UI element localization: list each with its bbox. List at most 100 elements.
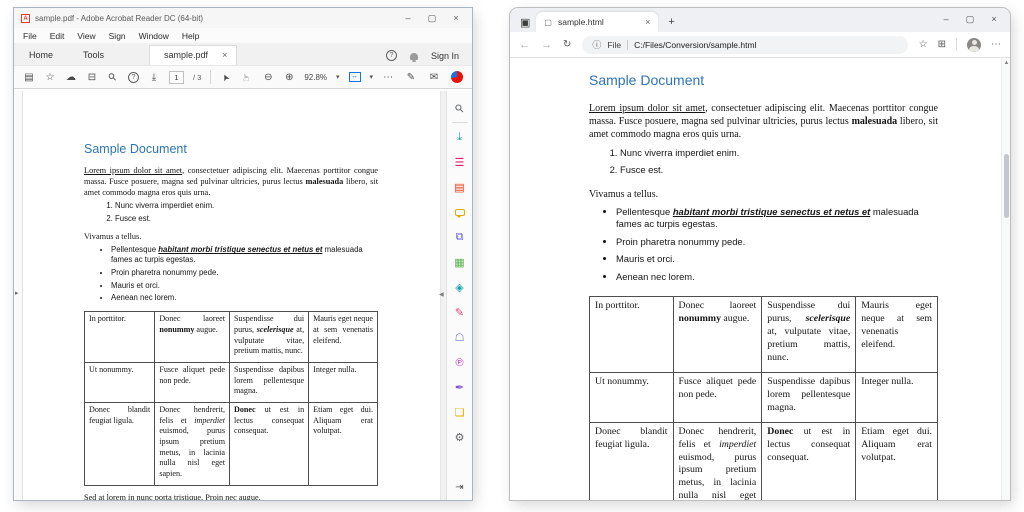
menu-help[interactable]: Help <box>182 31 199 41</box>
table-cell: Mauris eget neque at sem venenatis eleif… <box>309 312 378 363</box>
forward-icon[interactable]: → <box>541 39 552 51</box>
maximize-button[interactable]: ▢ <box>958 11 982 27</box>
help-icon[interactable]: ? <box>386 50 397 61</box>
paragraph-lorem: Lorem ipsum dolor sit amet, consectetuer… <box>589 102 938 142</box>
page-icon: ▢ <box>544 18 552 27</box>
tab-actions-icon[interactable]: ▣ <box>520 16 530 29</box>
download-icon[interactable]: ⤓ <box>148 72 160 83</box>
more-options-icon[interactable]: ⋯ <box>382 72 394 83</box>
adobe-cloud-icon[interactable] <box>451 71 463 83</box>
site-info-icon[interactable]: ⓘ <box>592 38 601 51</box>
list-item: Pellentesque habitant morbi tristique se… <box>111 245 378 265</box>
refresh-icon[interactable]: ↻ <box>563 39 571 50</box>
zoom-out-icon[interactable]: ⊖ <box>262 72 274 83</box>
table-cell: Ut nonummy. <box>590 372 674 422</box>
send-for-review-icon[interactable]: ❏ <box>447 400 472 425</box>
menu-file[interactable]: File <box>23 31 37 41</box>
paragraph-lorem: Lorem ipsum dolor sit amet, consectetuer… <box>84 166 378 198</box>
table-row: In porttitor. Donec laoreet nonummy augu… <box>85 312 378 363</box>
search-tools-icon[interactable]: ⚲ <box>442 91 477 126</box>
lorem-link[interactable]: Lorem ipsum dolor sit amet <box>589 103 705 114</box>
prepare-form-icon[interactable]: ℗ <box>447 350 472 375</box>
table-cell: Donec hendrerit, felis et imperdiet euis… <box>673 422 762 500</box>
table-row: Donec blandit feugiat ligula. Donec hend… <box>85 402 378 485</box>
expand-tools-panel-icon[interactable]: ⇥ <box>455 482 463 493</box>
close-button[interactable]: × <box>982 11 1006 27</box>
protect-icon[interactable]: ☖ <box>447 325 472 350</box>
create-pdf-icon[interactable]: ▤ <box>447 175 472 200</box>
fill-sign-icon[interactable]: ✎ <box>447 300 472 325</box>
tool-help-icon[interactable]: ? <box>128 72 139 83</box>
share-cloud-icon[interactable]: ☁ <box>65 72 77 83</box>
list-item: Mauris et orci. <box>111 281 378 291</box>
close-tab-icon[interactable]: × <box>222 50 227 60</box>
address-bar[interactable]: ⓘ File C:/Files/Conversion/sample.html <box>582 36 907 54</box>
close-tab-icon[interactable]: × <box>645 17 650 27</box>
tab-tools[interactable]: Tools <box>68 46 119 65</box>
more-tools-icon[interactable]: ⚙ <box>447 425 472 450</box>
combine-files-icon[interactable]: ⧉ <box>447 225 472 250</box>
favorites-icon[interactable]: ☆ <box>919 39 928 50</box>
scroll-up-icon[interactable]: ▲ <box>1004 60 1010 66</box>
table-cell: Fusce aliquet pede non pede. <box>673 372 762 422</box>
zoom-in-icon[interactable]: ⊕ <box>283 72 295 83</box>
collections-icon[interactable]: ⊞ <box>938 39 946 50</box>
sign-pen-icon[interactable]: ✎ <box>405 72 417 83</box>
compress-pdf-icon[interactable]: ◈ <box>447 275 472 300</box>
edit-pdf-icon[interactable]: ☰ <box>447 150 472 175</box>
print-icon[interactable]: ⊟ <box>86 72 98 83</box>
menu-window[interactable]: Window <box>139 31 169 41</box>
table-cell: Etiam eget dui. Aliquam erat volutpat. <box>856 422 938 500</box>
sign-in-button[interactable]: Sign In <box>431 51 459 61</box>
hand-tool-icon[interactable]: ☞ <box>242 71 253 83</box>
menu-sign[interactable]: Sign <box>109 31 126 41</box>
export-pdf-icon[interactable]: ⤓ <box>447 125 472 150</box>
page-title: Sample Document <box>589 71 938 90</box>
list-item: Proin pharetra nonummy pede. <box>616 236 938 249</box>
expand-nav-pane-handle[interactable]: ▸ <box>15 289 19 297</box>
profile-avatar[interactable] <box>967 38 981 52</box>
table-cell: Donec ut est in lectus consequat consequ… <box>762 422 856 500</box>
new-tab-button[interactable]: + <box>668 16 674 28</box>
organize-pages-icon[interactable]: ▦ <box>447 250 472 275</box>
zoom-level-select[interactable]: 92.8% <box>304 73 327 82</box>
fit-caret-icon[interactable]: ▾ <box>370 73 374 81</box>
tab-document[interactable]: sample.pdf × <box>149 45 237 65</box>
maximize-button[interactable]: ▢ <box>420 9 444 27</box>
save-file-icon[interactable]: ▤ <box>23 72 35 83</box>
back-icon[interactable]: ← <box>519 39 530 51</box>
minimize-button[interactable]: – <box>934 11 958 27</box>
table-cell: Suspendisse dui purus, scelerisque at, v… <box>762 297 856 373</box>
menu-edit[interactable]: Edit <box>50 31 65 41</box>
acrobat-menubar: File Edit View Sign Window Help <box>14 28 472 43</box>
collapse-tools-handle[interactable]: ◀ <box>439 291 444 298</box>
close-button[interactable]: × <box>444 9 468 27</box>
habitant-link[interactable]: habitant morbi tristique senectus et net… <box>673 206 870 217</box>
table-cell: Donec hendrerit, felis et imperdiet euis… <box>155 402 230 485</box>
select-tool-icon[interactable]: ➤ <box>219 69 234 85</box>
browser-tab[interactable]: ▢ sample.html × <box>536 12 658 32</box>
more-menu-icon[interactable]: ⋯ <box>991 39 1001 50</box>
email-icon[interactable]: ✉ <box>428 72 440 83</box>
page-number-input[interactable]: 1 <box>169 71 184 84</box>
habitant-link[interactable]: habitant morbi tristique senectus et net… <box>158 245 322 254</box>
tab-home[interactable]: Home <box>14 46 68 65</box>
list-item: Aenean nec lorem. <box>616 271 938 284</box>
certificates-icon[interactable]: ✒ <box>447 375 472 400</box>
search-icon[interactable]: ⚲ <box>105 69 121 85</box>
menu-view[interactable]: View <box>77 31 95 41</box>
list-item: Nunc viverra imperdiet enim. <box>115 201 378 211</box>
list-item: Mauris et orci. <box>616 253 938 266</box>
fit-width-icon[interactable]: ↔ <box>349 72 361 82</box>
lorem-link[interactable]: Lorem ipsum dolor sit amet <box>84 166 182 175</box>
scrollbar-thumb[interactable] <box>1004 154 1009 218</box>
zoom-caret-icon[interactable]: ▾ <box>336 73 340 81</box>
tab-title: sample.html <box>558 17 604 27</box>
favorites-star-icon[interactable]: ☆ <box>44 72 56 83</box>
window-title: sample.pdf - Adobe Acrobat Reader DC (64… <box>35 14 203 23</box>
notifications-bell-icon[interactable] <box>410 53 418 60</box>
page-scrollbar[interactable]: ▲ <box>1001 58 1010 500</box>
comment-icon[interactable] <box>447 200 472 225</box>
table-row: In porttitor. Donec laoreet nonummy augu… <box>590 297 938 373</box>
minimize-button[interactable]: – <box>396 9 420 27</box>
